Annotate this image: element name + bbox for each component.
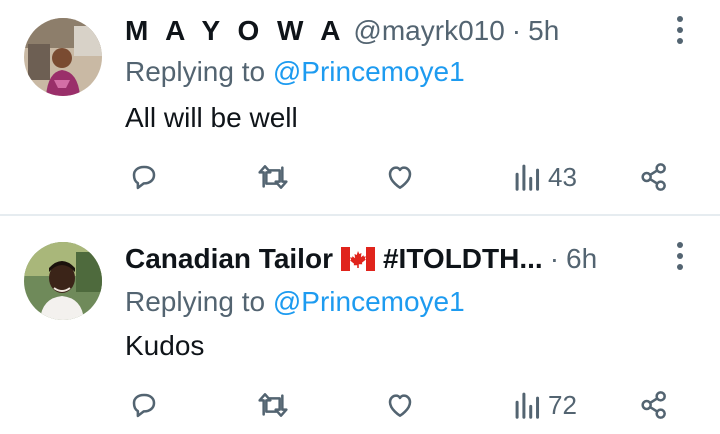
replying-to-line: Replying to @Princemoye1 — [125, 286, 465, 318]
tweet-text: All will be well — [125, 102, 298, 133]
mention-link[interactable]: @Princemoye1 — [273, 286, 465, 317]
reply-button[interactable] — [128, 388, 160, 422]
views-button[interactable]: 72 — [514, 388, 577, 422]
views-count: 43 — [548, 161, 577, 192]
replying-to-line: Replying to @Princemoye1 — [125, 56, 465, 88]
display-name[interactable]: Canadian Tailor — [125, 243, 333, 275]
avatar[interactable] — [24, 242, 102, 320]
canada-flag-icon — [340, 247, 375, 271]
like-button[interactable] — [384, 160, 416, 194]
separator-dot: · — [511, 15, 522, 46]
timestamp[interactable]: 5h — [528, 15, 559, 47]
retweet-button[interactable] — [255, 388, 291, 422]
reply-icon — [132, 393, 156, 418]
like-button[interactable] — [384, 388, 416, 422]
replying-to-label: Replying to — [125, 286, 266, 317]
tweet-header: M A Y O W A @mayrk010 · 5h — [125, 14, 559, 48]
display-name-suffix[interactable]: #ITOLDTH... — [383, 243, 543, 275]
tweet-divider — [0, 214, 720, 216]
views-icon — [515, 164, 540, 191]
retweet-icon — [258, 165, 288, 189]
tweet[interactable]: M A Y O W A @mayrk010 · 5h Replying to @… — [0, 0, 720, 214]
mention-link[interactable]: @Princemoye1 — [273, 56, 465, 87]
display-name[interactable]: M A Y O W A — [125, 15, 345, 47]
tweet[interactable]: Canadian Tailor #ITOLDTH... · 6h Replyin… — [0, 218, 720, 434]
share-icon — [641, 391, 666, 419]
retweet-icon — [258, 393, 288, 417]
tweet-text: Kudos — [125, 330, 205, 361]
more-options-icon[interactable] — [672, 14, 688, 46]
share-button[interactable] — [638, 160, 670, 194]
share-button[interactable] — [638, 388, 670, 422]
reply-icon — [132, 165, 156, 190]
views-button[interactable]: 43 — [514, 160, 577, 194]
replying-to-label: Replying to — [125, 56, 266, 87]
like-icon — [388, 394, 412, 417]
retweet-button[interactable] — [255, 160, 291, 194]
more-options-icon[interactable] — [672, 240, 688, 272]
avatar[interactable] — [24, 18, 102, 96]
views-icon — [515, 392, 540, 419]
views-count: 72 — [548, 389, 577, 420]
timestamp[interactable]: 6h — [566, 243, 597, 275]
tweet-header: Canadian Tailor #ITOLDTH... · 6h — [125, 242, 597, 276]
like-icon — [388, 166, 412, 189]
reply-button[interactable] — [128, 160, 160, 194]
share-icon — [641, 163, 666, 191]
separator-dot: · — [549, 243, 560, 274]
user-handle[interactable]: @mayrk010 — [353, 15, 504, 47]
